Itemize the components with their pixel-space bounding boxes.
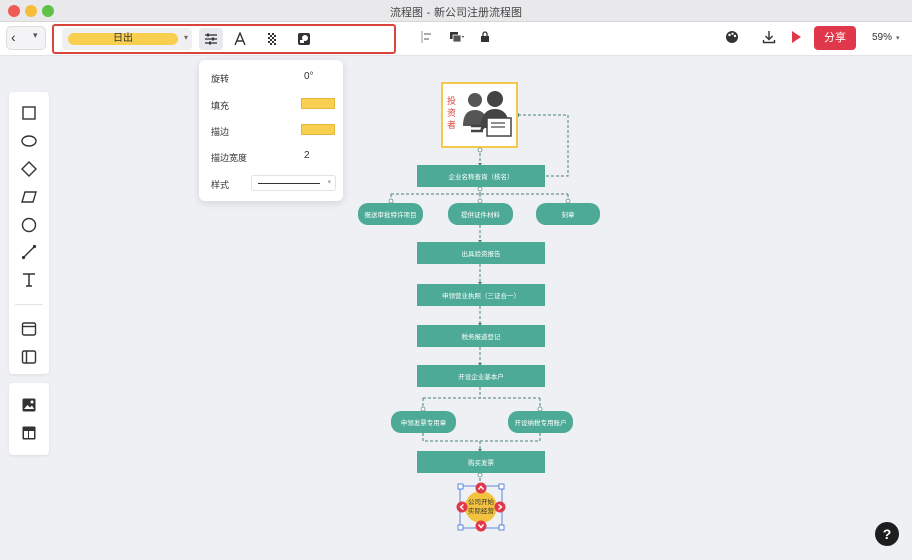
solid-line-preview <box>258 183 320 184</box>
selection-handles <box>456 482 506 532</box>
node-name-query[interactable]: 企业名称查询（核名） <box>417 165 545 187</box>
node-special-approval[interactable]: 报送审批特许项目 <box>358 203 423 225</box>
fill-color-swatch[interactable] <box>301 98 335 109</box>
rotation-value[interactable]: 0° <box>304 71 314 82</box>
node-capital-report[interactable]: 出具验资报告 <box>417 242 545 264</box>
node-bank-account[interactable]: 开设企业基本户 <box>417 365 545 387</box>
chevron-down-icon: ▾ <box>327 179 331 186</box>
node-documents[interactable]: 提供证件材料 <box>448 203 513 225</box>
line-style-select[interactable]: ▾ <box>251 175 336 191</box>
line-style-label: 样式 <box>211 181 230 191</box>
node-tax-account[interactable]: 开设纳税专用账户 <box>508 411 573 433</box>
stroke-width-label: 描边宽度 <box>211 154 248 164</box>
stroke-label: 描边 <box>211 128 230 138</box>
node-seal[interactable]: 刻章 <box>536 203 600 225</box>
node-business-license[interactable]: 申领营业执照（三证合一） <box>417 284 545 306</box>
investor-node[interactable]: 投资者 <box>441 82 518 148</box>
node-invoice-seal[interactable]: 申领发票专用章 <box>391 411 456 433</box>
stroke-color-swatch[interactable] <box>301 124 335 135</box>
properties-popup: 旋转 0° 填充 描边 描边宽度 2 样式 ▾ <box>199 60 343 201</box>
help-button[interactable]: ? <box>875 522 899 546</box>
node-tax-registration[interactable]: 税务报道登记 <box>417 325 545 347</box>
fill-label: 填充 <box>211 102 230 112</box>
investor-icon <box>463 91 512 137</box>
investor-label: 投资者 <box>447 97 457 131</box>
stroke-width-value[interactable]: 2 <box>304 150 310 161</box>
rotation-label: 旋转 <box>211 75 230 85</box>
node-buy-invoice[interactable]: 购买发票 <box>417 451 545 473</box>
